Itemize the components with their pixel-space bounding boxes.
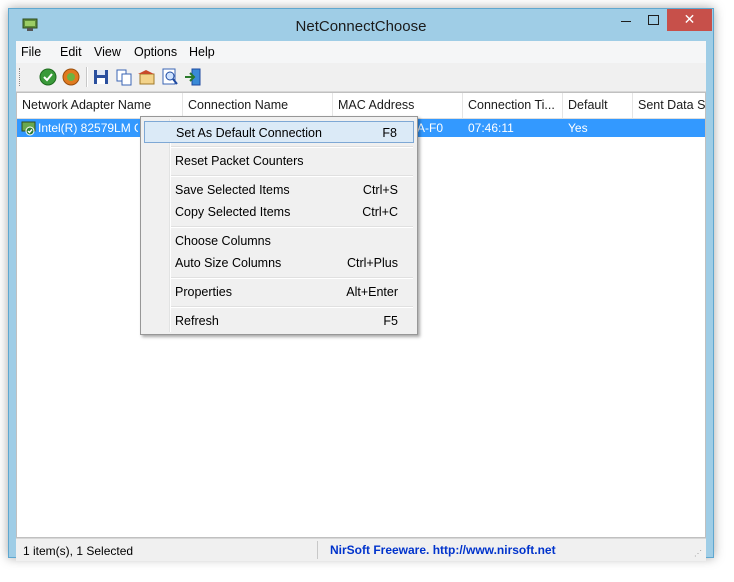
column-header-sent-data[interactable]: Sent Data Sp... [633,93,705,118]
menu-separator [171,146,413,148]
menu-item-properties[interactable]: Properties Alt+Enter [144,281,414,303]
menu-edit[interactable]: Edit [60,45,82,59]
status-bar: 1 item(s), 1 Selected NirSoft Freeware. … [16,538,706,561]
menu-bar: File Edit View Options Help [16,41,706,63]
menu-item-label: Reset Packet Counters [175,154,304,168]
nirsoft-link[interactable]: NirSoft Freeware. http://www.nirsoft.net [330,543,556,557]
menu-item-auto-size-columns[interactable]: Auto Size Columns Ctrl+Plus [144,252,414,274]
menu-item-shortcut: F5 [383,314,398,328]
close-button[interactable]: ✕ [667,9,712,31]
copy-button[interactable] [114,67,134,87]
column-header-connection[interactable]: Connection Name [183,93,333,118]
save-icon [94,70,108,84]
menu-options[interactable]: Options [134,45,177,59]
menu-item-choose-columns[interactable]: Choose Columns [144,230,414,252]
menu-item-shortcut: F8 [382,126,397,140]
cell-default: Yes [568,121,588,135]
toolbar-separator [86,67,88,87]
context-menu: Set As Default Connection F8 Reset Packe… [140,116,418,335]
exit-icon [185,68,201,86]
menu-separator [171,306,413,308]
cell-connection-time: 07:46:11 [468,121,514,135]
find-icon [162,68,178,85]
toolbar [16,63,706,92]
menu-item-label: Save Selected Items [175,183,290,197]
menu-item-label: Auto Size Columns [175,256,282,270]
menu-item-label: Refresh [175,314,219,328]
close-icon: ✕ [683,11,696,27]
column-header-default[interactable]: Default [563,93,633,118]
menu-help[interactable]: Help [189,45,215,59]
cell-adapter-name: Intel(R) 82579LM G [38,121,138,135]
set-default-icon [39,68,57,86]
find-button[interactable] [160,67,180,87]
reset-counters-icon [62,68,80,86]
properties-icon [138,70,155,85]
menu-item-shortcut: Ctrl+C [362,205,398,219]
menu-item-set-default[interactable]: Set As Default Connection F8 [144,121,414,143]
menu-item-shortcut: Ctrl+S [362,183,398,197]
menu-item-label: Choose Columns [175,234,271,248]
exit-button[interactable] [183,67,203,87]
cell-sent-data [638,119,704,137]
column-header-adapter[interactable]: Network Adapter Name [17,93,183,118]
save-button[interactable] [91,67,111,87]
resize-grip-icon[interactable]: ⋰ [694,549,704,559]
menu-item-shortcut: Alt+Enter [346,285,398,299]
minimize-button[interactable] [613,9,639,31]
title-bar[interactable]: NetConnectChoose ✕ [9,9,713,41]
menu-view[interactable]: View [94,45,121,59]
maximize-icon [647,14,659,25]
menu-separator [171,226,413,228]
toolbar-grip[interactable] [19,68,22,86]
menu-item-label: Properties [175,285,232,299]
status-item-count: 1 item(s), 1 Selected [23,544,134,558]
set-default-button[interactable] [38,67,58,87]
status-separator [317,541,318,559]
network-adapter-icon [21,121,36,136]
menu-item-label: Copy Selected Items [175,205,291,219]
column-header-connection-time[interactable]: Connection Ti... [463,93,563,118]
properties-button[interactable] [137,67,157,87]
menu-separator [171,175,413,177]
reset-counters-button[interactable] [61,67,81,87]
menu-item-reset-packet-counters[interactable]: Reset Packet Counters [144,150,414,172]
cell-mac-address: A-F0 [417,121,444,135]
menu-separator [171,277,413,279]
column-header-mac[interactable]: MAC Address [333,93,463,118]
copy-icon [116,69,132,86]
menu-item-save-selected[interactable]: Save Selected Items Ctrl+S [144,179,414,201]
menu-item-refresh[interactable]: Refresh F5 [144,310,414,332]
maximize-button[interactable] [640,9,666,31]
window-title: NetConnectChoose [295,18,427,35]
menu-item-copy-selected[interactable]: Copy Selected Items Ctrl+C [144,201,414,223]
minimize-icon [621,21,631,23]
menu-item-label: Set As Default Connection [176,126,322,140]
menu-item-shortcut: Ctrl+Plus [346,256,398,270]
menu-file[interactable]: File [21,45,41,59]
